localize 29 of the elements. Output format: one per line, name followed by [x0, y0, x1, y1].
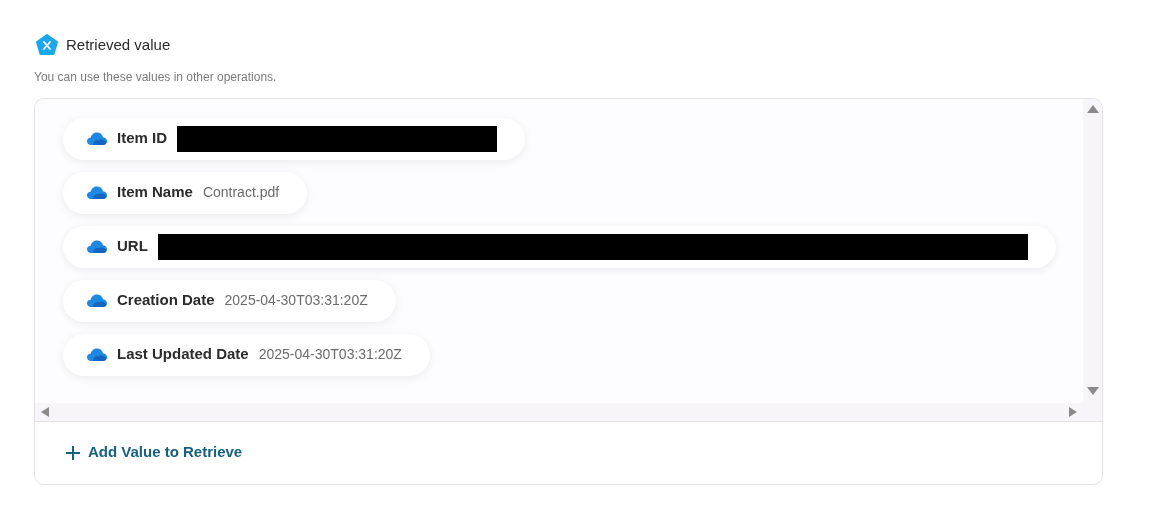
scroll-right-icon[interactable] [1069, 406, 1077, 417]
value-chip[interactable]: Last Updated Date 2025-04-30T03:31:20Z [63, 333, 430, 376]
cloud-icon [87, 132, 107, 145]
value-label: Last Updated Date [117, 344, 249, 365]
cloud-icon [87, 294, 107, 307]
value-chip[interactable]: URL [63, 225, 1056, 268]
section-title: Retrieved value [66, 35, 171, 55]
section-subtitle: You can use these values in other operations. [34, 68, 278, 86]
value-text: 2025-04-30T03:31:20Z [224, 291, 368, 310]
value-label: URL [117, 236, 148, 257]
value-label: Creation Date [117, 290, 215, 311]
horizontal-scrollbar[interactable] [35, 402, 1083, 421]
value-chip[interactable]: Item ID [63, 117, 525, 160]
variable-icon [36, 34, 58, 57]
plus-icon [66, 445, 80, 460]
value-chip[interactable]: Creation Date 2025-04-30T03:31:20Z [63, 279, 396, 322]
cloud-icon [87, 240, 107, 253]
vertical-scrollbar[interactable] [1083, 98, 1102, 421]
add-value-button[interactable]: Add Value to Retrieve [66, 441, 243, 464]
cloud-icon [87, 186, 107, 199]
value-chip[interactable]: Item Name Contract.pdf [63, 171, 308, 214]
scroll-left-icon[interactable] [41, 406, 49, 417]
cloud-icon [87, 348, 107, 361]
scroll-down-icon[interactable] [1086, 386, 1099, 395]
value-text: Contract.pdf [202, 183, 280, 202]
value-label: Item ID [117, 128, 167, 149]
value-label: Item Name [117, 182, 193, 203]
value-text: 2025-04-30T03:31:20Z [258, 345, 402, 364]
scroll-up-icon[interactable] [1086, 104, 1099, 113]
